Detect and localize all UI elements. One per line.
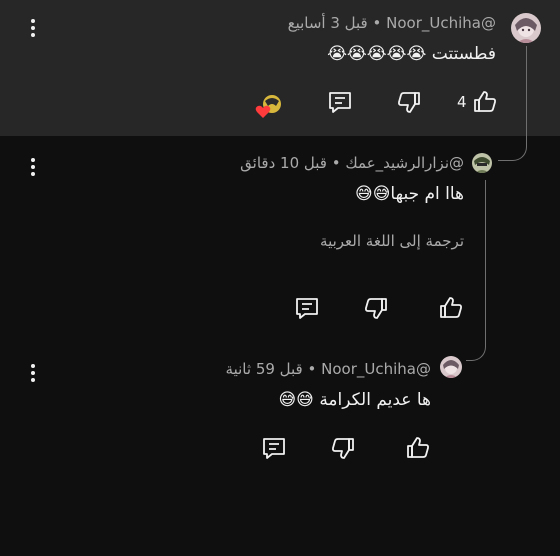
- dislike-button[interactable]: [328, 433, 358, 463]
- comment-header: @Noor_Uchiha • قبل 59 ثانية: [226, 360, 431, 378]
- thread-line: [484, 180, 486, 346]
- reply-icon: [263, 438, 285, 459]
- translate-link[interactable]: ترجمة إلى اللغة العربية: [320, 232, 464, 250]
- comment-words: هاا ام جبها: [390, 184, 464, 204]
- dislike-button[interactable]: [394, 87, 424, 117]
- avatar[interactable]: [511, 13, 541, 43]
- avatar[interactable]: [440, 356, 462, 378]
- author-name[interactable]: @نزارالرشيد_عمك: [345, 154, 464, 172]
- comment-words: ها عديم الكرامة: [319, 390, 431, 410]
- like-button[interactable]: [403, 433, 433, 463]
- like-icon: [440, 297, 462, 318]
- separator: •: [331, 154, 341, 172]
- dislike-icon: [365, 298, 387, 319]
- like-button[interactable]: [470, 87, 500, 117]
- comment-header: @نزارالرشيد_عمك • قبل 10 دقائق: [240, 154, 464, 172]
- avatar[interactable]: [472, 153, 492, 173]
- author-name[interactable]: @Noor_Uchiha: [386, 14, 496, 32]
- more-vert-icon[interactable]: [21, 154, 45, 182]
- like-icon: [407, 437, 429, 458]
- reply-button[interactable]: [325, 87, 355, 117]
- comment-emoji: 😅😅: [278, 390, 314, 410]
- more-vert-icon[interactable]: [21, 360, 45, 388]
- reply-icon: [329, 92, 351, 113]
- reply-icon: [296, 298, 318, 319]
- comment-emoji: 😭😭😭😭😭: [327, 44, 427, 64]
- timestamp[interactable]: قبل 3 أسابيع: [288, 14, 368, 32]
- thread-connector: [466, 330, 486, 361]
- more-vert-icon[interactable]: [21, 15, 45, 43]
- comment-emoji: 😅😅: [354, 184, 391, 204]
- separator: •: [307, 360, 317, 378]
- like-icon: [474, 91, 496, 112]
- dislike-button[interactable]: [361, 293, 391, 323]
- reply-button[interactable]: [292, 293, 322, 323]
- creator-heart-icon: [254, 91, 284, 118]
- dislike-icon: [332, 438, 354, 459]
- timestamp[interactable]: قبل 10 دقائق: [240, 154, 327, 172]
- author-name[interactable]: @Noor_Uchiha: [321, 360, 431, 378]
- timestamp[interactable]: قبل 59 ثانية: [226, 360, 303, 378]
- like-button[interactable]: [436, 293, 466, 323]
- comment-text: ها عديم الكرامة 😅😅: [278, 390, 431, 410]
- comment-words: فطستتت: [431, 44, 496, 64]
- reply-button[interactable]: [259, 433, 289, 463]
- dislike-icon: [398, 92, 420, 113]
- comment-text: فطستتت 😭😭😭😭😭: [327, 44, 496, 64]
- comment-text: هاا ام جبها😅😅: [355, 184, 464, 204]
- like-count: 4: [457, 93, 467, 111]
- separator: •: [372, 14, 382, 32]
- comment-header: @Noor_Uchiha • قبل 3 أسابيع: [288, 14, 496, 32]
- thread-connector: [498, 130, 527, 161]
